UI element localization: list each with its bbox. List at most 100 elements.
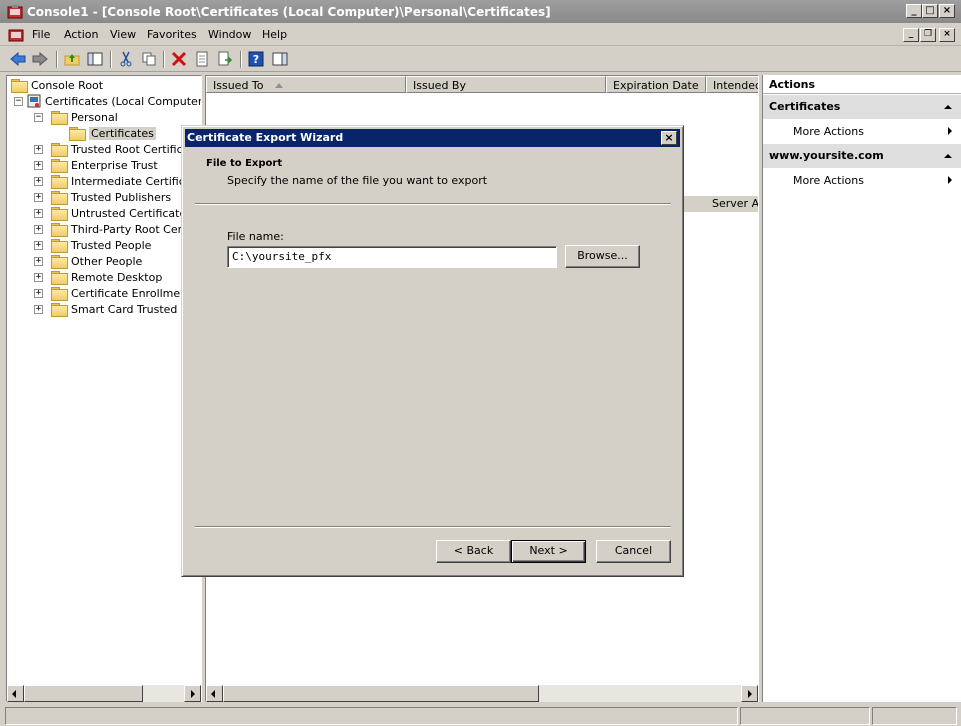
menu-action[interactable]: Action <box>64 28 98 41</box>
mdi-close-button[interactable]: × <box>939 28 955 42</box>
cancel-button[interactable]: Cancel <box>596 540 671 563</box>
menu-help[interactable]: Help <box>262 28 287 41</box>
cut-button[interactable] <box>117 50 135 68</box>
show-hide-tree-icon <box>87 52 103 66</box>
tree-item-store[interactable]: + Other People <box>34 253 142 269</box>
svg-text:?: ? <box>253 53 259 66</box>
dialog-close-button[interactable]: × <box>661 131 677 145</box>
show-hide-tree-button[interactable] <box>86 50 104 68</box>
menu-window[interactable]: Window <box>208 28 251 41</box>
tree-item-store[interactable]: + Untrusted Certificates <box>34 205 192 221</box>
close-button[interactable]: × <box>939 4 955 18</box>
actions-section-certificates[interactable]: Certificates <box>763 95 961 119</box>
export-list-button[interactable] <box>216 50 234 68</box>
actions-pane-title: Actions <box>763 75 961 94</box>
mdi-minimize-button[interactable]: _ <box>903 28 919 42</box>
folder-icon <box>51 222 68 237</box>
column-header-expiration-date[interactable]: Expiration Date <box>606 76 706 93</box>
tree-item-store[interactable]: + Intermediate Certificati <box>34 173 199 189</box>
column-header-issued-to[interactable]: Issued To <box>206 76 406 93</box>
properties-icon <box>196 51 208 67</box>
more-actions-yoursite[interactable]: More Actions <box>763 168 961 192</box>
column-header-issued-by[interactable]: Issued By <box>406 76 606 93</box>
expand-icon[interactable]: + <box>34 240 43 250</box>
menu-favorites[interactable]: Favorites <box>147 28 197 41</box>
dialog-titlebar[interactable]: Certificate Export Wizard × <box>185 129 680 147</box>
actions-pane: Actions Certificates More Actions www.yo… <box>762 75 961 702</box>
minimize-button[interactable]: _ <box>906 4 922 18</box>
expand-icon[interactable]: + <box>34 256 43 266</box>
file-name-input[interactable]: C:\yoursite_pfx <box>227 246 557 268</box>
back-button[interactable]: < Back <box>436 540 511 563</box>
expand-icon[interactable]: + <box>34 160 43 170</box>
console-tree-pane[interactable]: Console Root − Certificates (Local Compu… <box>6 75 202 702</box>
status-panel-main <box>5 707 738 725</box>
help-button[interactable]: ? <box>247 50 265 68</box>
next-button[interactable]: Next > <box>511 540 586 563</box>
expand-icon[interactable]: + <box>34 176 43 186</box>
tree-item-store[interactable]: + Trusted Root Certificati <box>34 141 197 157</box>
toolbar: ? <box>0 47 961 72</box>
tree-item-store[interactable]: + Trusted People <box>34 237 151 253</box>
expand-icon[interactable]: + <box>34 208 43 218</box>
more-actions-certificates[interactable]: More Actions <box>763 119 961 143</box>
expand-icon[interactable]: + <box>34 224 43 234</box>
scroll-left-button[interactable] <box>206 685 223 702</box>
window-titlebar[interactable]: Console1 - [Console Root\Certificates (L… <box>0 0 961 23</box>
tree-item-store[interactable]: + Third-Party Root Certifi <box>34 221 196 237</box>
scroll-thumb[interactable] <box>24 685 143 702</box>
properties-button[interactable] <box>193 50 211 68</box>
maximize-button[interactable]: □ <box>922 4 938 18</box>
tree-item-console-root[interactable]: Console Root <box>11 77 103 93</box>
tree-item-store[interactable]: + Trusted Publishers <box>34 189 171 205</box>
column-header-intended-purposes[interactable]: Intended <box>706 76 758 93</box>
scroll-right-button[interactable] <box>184 685 201 702</box>
forward-button[interactable] <box>31 50 49 68</box>
browse-button[interactable]: Browse... <box>565 245 640 268</box>
wizard-step-title: File to Export <box>206 158 283 169</box>
expand-icon[interactable]: + <box>34 288 43 298</box>
expand-icon[interactable]: + <box>34 192 43 202</box>
list-horizontal-scrollbar[interactable] <box>206 685 758 702</box>
expand-icon[interactable]: + <box>34 272 43 282</box>
tree-item-store[interactable]: + Remote Desktop <box>34 269 162 285</box>
tree-item-label: Intermediate Certificati <box>71 174 199 188</box>
tree-item-store[interactable]: + Certificate Enrollment R <box>34 285 201 301</box>
tree-item-certificates-local[interactable]: − Certificates (Local Computer) <box>14 93 201 109</box>
folder-icon <box>51 110 68 125</box>
tree-item-label: Trusted Root Certificati <box>71 142 197 156</box>
show-action-pane-button[interactable] <box>271 50 289 68</box>
scroll-left-button[interactable] <box>7 685 24 702</box>
menu-file[interactable]: File <box>32 28 50 41</box>
copy-button[interactable] <box>140 50 158 68</box>
delete-button[interactable] <box>170 50 188 68</box>
tree-item-store[interactable]: + Enterprise Trust <box>34 157 158 173</box>
folder-icon <box>11 78 28 93</box>
tree-item-personal[interactable]: − Personal <box>34 109 118 125</box>
scroll-right-button[interactable] <box>741 685 758 702</box>
expand-icon[interactable]: + <box>34 144 43 154</box>
wizard-header: File to Export Specify the name of the f… <box>185 147 680 203</box>
back-button[interactable] <box>9 50 27 68</box>
back-arrow-icon <box>10 52 26 66</box>
certificate-export-wizard-dialog: Certificate Export Wizard × File to Expo… <box>181 125 684 577</box>
menu-view[interactable]: View <box>110 28 136 41</box>
expand-icon[interactable]: + <box>34 304 43 314</box>
actions-section-yoursite[interactable]: www.yoursite.com <box>763 144 961 168</box>
collapse-section-icon[interactable] <box>944 154 952 158</box>
tree-item-store[interactable]: + Smart Card Trusted Roo <box>34 301 201 317</box>
console-document-icon[interactable] <box>8 27 24 43</box>
up-one-level-button[interactable] <box>63 50 81 68</box>
tree-item-personal-certificates[interactable]: Certificates <box>69 125 156 141</box>
tree-item-label: Enterprise Trust <box>71 158 158 172</box>
collapse-icon[interactable]: − <box>14 96 23 106</box>
folder-icon <box>51 238 68 253</box>
collapse-icon[interactable]: − <box>34 112 43 122</box>
scroll-thumb[interactable] <box>223 685 539 702</box>
collapse-section-icon[interactable] <box>944 105 952 109</box>
mdi-restore-button[interactable]: ❐ <box>920 28 936 42</box>
copy-icon <box>142 52 156 66</box>
window-title: Console1 - [Console Root\Certificates (L… <box>27 4 551 19</box>
dialog-title: Certificate Export Wizard <box>187 131 344 144</box>
tree-horizontal-scrollbar[interactable] <box>7 685 201 702</box>
